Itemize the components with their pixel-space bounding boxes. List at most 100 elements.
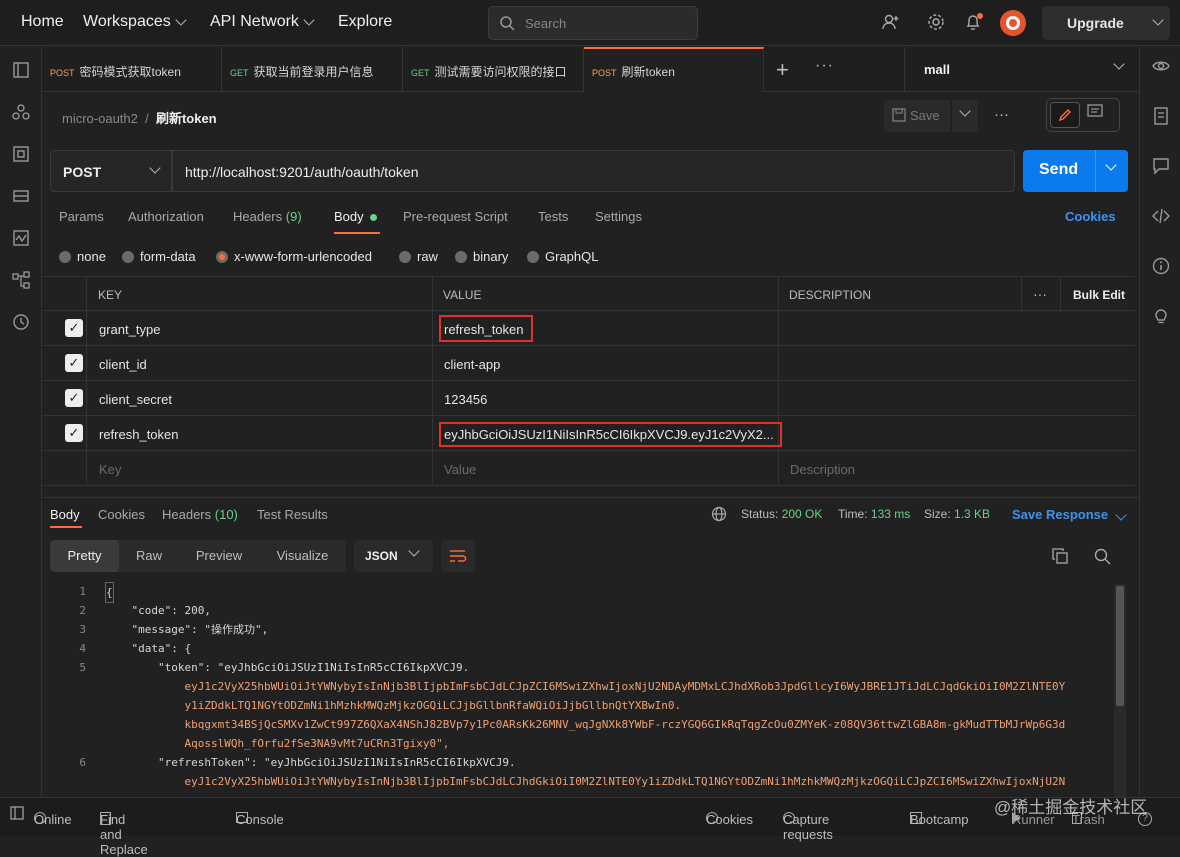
resp-tab-test-results[interactable]: Test Results xyxy=(257,507,328,522)
new-tab-button[interactable]: + xyxy=(776,57,789,83)
code-icon[interactable] xyxy=(1150,207,1172,229)
body-type-urlencoded[interactable]: x-www-form-urlencoded xyxy=(216,249,372,264)
request-tab-active[interactable]: POST 刷新token xyxy=(584,47,764,92)
lightbulb-icon[interactable] xyxy=(1150,307,1172,329)
row-value[interactable]: client-app xyxy=(433,346,779,381)
scrollbar[interactable] xyxy=(1114,584,1126,797)
body-type-raw[interactable]: raw xyxy=(399,249,438,264)
tab-authorization[interactable]: Authorization xyxy=(128,209,204,224)
url-input[interactable]: http://localhost:9201/auth/oauth/token xyxy=(172,150,1015,192)
description-placeholder[interactable]: Description xyxy=(779,451,1135,486)
row-key[interactable]: client_secret xyxy=(87,381,433,416)
bulk-edit-button[interactable]: Bulk Edit xyxy=(1061,277,1135,312)
documentation-icon[interactable] xyxy=(1150,107,1172,129)
response-time: Time: 133 ms xyxy=(838,507,910,521)
nav-api-network[interactable]: API Network xyxy=(210,13,315,31)
value-placeholder[interactable]: Value xyxy=(433,451,779,486)
copy-icon[interactable] xyxy=(1052,548,1068,564)
format-raw[interactable]: Raw xyxy=(119,540,179,572)
wrap-lines-icon[interactable] xyxy=(441,540,475,572)
tab-params[interactable]: Params xyxy=(59,209,104,224)
save-icon xyxy=(892,108,906,122)
save-button[interactable]: Save xyxy=(884,100,950,132)
format-pretty[interactable]: Pretty xyxy=(50,540,119,572)
invite-user-icon[interactable] xyxy=(879,13,901,35)
nav-home[interactable]: Home xyxy=(21,13,64,31)
send-button[interactable]: Send xyxy=(1023,150,1128,192)
search-icon[interactable] xyxy=(1094,548,1111,565)
body-type-binary[interactable]: binary xyxy=(455,249,508,264)
key-placeholder[interactable]: Key xyxy=(87,451,433,486)
format-visualize[interactable]: Visualize xyxy=(259,540,346,572)
tab-method: GET xyxy=(411,68,430,78)
row-key[interactable]: refresh_token xyxy=(87,416,433,451)
breadcrumb-request[interactable]: 刷新token xyxy=(156,111,217,126)
sidebar-toggle-icon[interactable] xyxy=(10,806,24,820)
line-number: 6 xyxy=(79,756,86,769)
globe-icon[interactable] xyxy=(711,506,727,522)
info-icon[interactable] xyxy=(1150,257,1172,279)
row-description[interactable] xyxy=(779,311,1135,346)
environments-icon[interactable] xyxy=(10,145,32,167)
row-value[interactable]: 123456 xyxy=(433,381,779,416)
request-tab[interactable]: GET 获取当前登录用户信息 xyxy=(222,47,403,92)
response-body[interactable]: 1 { 2 "code": 200, 3 "message": "操作成功", … xyxy=(50,582,1120,797)
method-select[interactable]: POST xyxy=(50,150,172,192)
more-options-icon[interactable]: ··· xyxy=(994,106,1009,123)
body-type-form-data[interactable]: form-data xyxy=(122,249,196,264)
chevron-down-icon[interactable] xyxy=(1105,159,1117,171)
eye-icon[interactable] xyxy=(1150,59,1172,77)
environment-selector[interactable]: mall xyxy=(904,47,1139,92)
row-checkbox[interactable]: ✓ xyxy=(65,424,83,442)
mock-servers-icon[interactable] xyxy=(10,187,32,209)
request-tab[interactable]: GET 测试需要访问权限的接口 xyxy=(403,47,584,92)
row-checkbox[interactable]: ✓ xyxy=(65,389,83,407)
bell-icon[interactable] xyxy=(963,13,985,35)
line-number: 3 xyxy=(79,623,86,636)
row-checkbox[interactable]: ✓ xyxy=(65,319,83,337)
resp-tab-body[interactable]: Body xyxy=(50,507,80,522)
row-key[interactable]: grant_type xyxy=(87,311,433,346)
save-response-button[interactable]: Save Response xyxy=(1012,507,1127,522)
format-type-select[interactable]: JSON xyxy=(354,540,433,572)
tab-tests[interactable]: Tests xyxy=(538,209,568,224)
format-preview[interactable]: Preview xyxy=(179,540,259,572)
tab-settings[interactable]: Settings xyxy=(595,209,642,224)
row-checkbox[interactable]: ✓ xyxy=(65,354,83,372)
breadcrumb-collection[interactable]: micro-oauth2 xyxy=(62,111,138,126)
table-more-icon[interactable]: ··· xyxy=(1022,277,1061,312)
body-type-graphql[interactable]: GraphQL xyxy=(527,249,598,264)
tab-headers[interactable]: Headers (9) xyxy=(233,209,302,224)
row-description[interactable] xyxy=(779,416,1135,451)
edit-pencil-icon[interactable] xyxy=(1050,102,1080,128)
upgrade-button[interactable]: Upgrade xyxy=(1042,6,1170,40)
monitors-icon[interactable] xyxy=(10,229,32,251)
tab-body[interactable]: Body xyxy=(334,209,378,224)
nav-workspaces[interactable]: Workspaces xyxy=(83,13,187,31)
gear-icon[interactable] xyxy=(925,13,947,35)
nav-api-network-label: API Network xyxy=(210,13,299,30)
history-icon[interactable] xyxy=(10,313,32,335)
resp-tab-headers[interactable]: Headers (10) xyxy=(162,507,238,522)
collections-icon[interactable] xyxy=(10,61,32,83)
tabs-more-icon[interactable]: ··· xyxy=(815,57,834,75)
row-key[interactable]: client_id xyxy=(87,346,433,381)
comments-icon[interactable] xyxy=(1150,157,1172,179)
row-description[interactable] xyxy=(779,381,1135,416)
scrollbar-thumb[interactable] xyxy=(1116,586,1124,706)
avatar[interactable] xyxy=(1000,10,1026,36)
apis-icon[interactable] xyxy=(10,103,32,125)
status-label: Status: xyxy=(741,507,779,521)
request-tab[interactable]: POST 密码模式获取token xyxy=(42,47,222,92)
chevron-down-icon xyxy=(303,14,315,26)
body-type-none[interactable]: none xyxy=(59,249,106,264)
search-input[interactable]: Search xyxy=(488,6,698,40)
nav-explore[interactable]: Explore xyxy=(338,13,392,31)
resp-tab-cookies[interactable]: Cookies xyxy=(98,507,145,522)
save-dropdown[interactable] xyxy=(952,100,978,132)
flows-icon[interactable] xyxy=(10,271,32,293)
cookies-link[interactable]: Cookies xyxy=(1065,209,1116,224)
comment-view-icon[interactable] xyxy=(1087,103,1103,122)
row-description[interactable] xyxy=(779,346,1135,381)
tab-prerequest-script[interactable]: Pre-request Script xyxy=(403,209,508,224)
